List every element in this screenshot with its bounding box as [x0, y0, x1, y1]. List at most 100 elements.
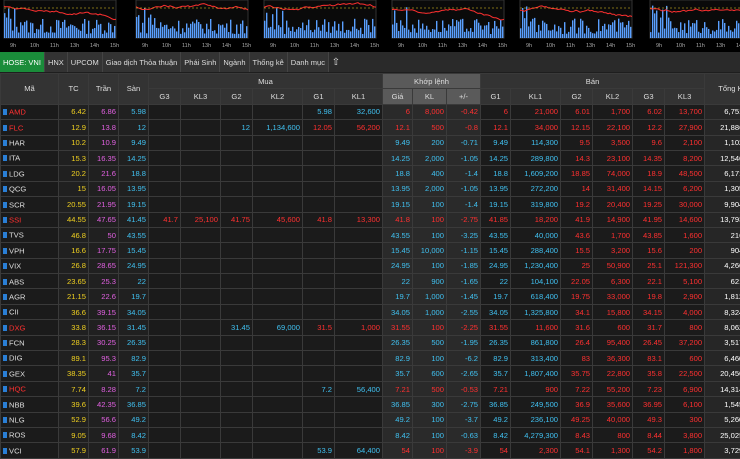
- sell-0-cell[interactable]: 15.45: [481, 243, 511, 258]
- match-2-cell[interactable]: -0.8: [447, 120, 481, 135]
- buy-2-cell[interactable]: [221, 258, 253, 273]
- buy-0-cell[interactable]: [149, 304, 181, 319]
- sell-4-cell[interactable]: 14.35: [633, 150, 665, 165]
- match-2-cell[interactable]: -0.71: [447, 135, 481, 150]
- sell-2-cell[interactable]: 19.75: [561, 289, 593, 304]
- buy-4-cell[interactable]: [303, 335, 335, 350]
- sell-1-cell[interactable]: 900: [511, 381, 561, 396]
- sell-5-cell[interactable]: 800: [665, 320, 705, 335]
- symbol-cell[interactable]: ITA: [1, 150, 59, 165]
- sell-2-cell[interactable]: 41.9: [561, 212, 593, 227]
- header-buy-col-3[interactable]: KL2: [253, 89, 303, 104]
- buy-1-cell[interactable]: [181, 427, 221, 442]
- sell-2-cell[interactable]: 31.6: [561, 320, 593, 335]
- match-0-cell[interactable]: 34.05: [383, 304, 413, 319]
- buy-0-cell[interactable]: [149, 412, 181, 427]
- symbol-cell[interactable]: FLC: [1, 120, 59, 135]
- sell-4-cell[interactable]: 19.8: [633, 289, 665, 304]
- buy-3-cell[interactable]: [253, 427, 303, 442]
- buy-0-cell[interactable]: [149, 397, 181, 412]
- buy-0-cell[interactable]: [149, 320, 181, 335]
- buy-0-cell[interactable]: [149, 120, 181, 135]
- symbol-cell[interactable]: AMD: [1, 104, 59, 119]
- sell-5-cell[interactable]: 200: [665, 243, 705, 258]
- match-1-cell[interactable]: 100: [413, 197, 447, 212]
- sell-2-cell[interactable]: 25: [561, 258, 593, 273]
- sell-1-cell[interactable]: 618,400: [511, 289, 561, 304]
- buy-4-cell[interactable]: [303, 166, 335, 181]
- buy-3-cell[interactable]: [253, 366, 303, 381]
- sell-1-cell[interactable]: 114,300: [511, 135, 561, 150]
- symbol-cell[interactable]: VIX: [1, 258, 59, 273]
- sell-2-cell[interactable]: 8.43: [561, 427, 593, 442]
- buy-1-cell[interactable]: [181, 304, 221, 319]
- buy-3-cell[interactable]: [253, 335, 303, 350]
- tab-watchlist[interactable]: Danh mục: [288, 52, 329, 72]
- buy-5-cell[interactable]: [335, 258, 383, 273]
- buy-0-cell[interactable]: [149, 427, 181, 442]
- sell-5-cell[interactable]: 300: [665, 412, 705, 427]
- sell-1-cell[interactable]: 1,609,200: [511, 166, 561, 181]
- match-0-cell[interactable]: 22: [383, 274, 413, 289]
- buy-1-cell[interactable]: [181, 135, 221, 150]
- header-buy-col-1[interactable]: KL3: [181, 89, 221, 104]
- buy-5-cell[interactable]: [335, 227, 383, 242]
- buy-4-cell[interactable]: [303, 351, 335, 366]
- sell-1-cell[interactable]: 288,400: [511, 243, 561, 258]
- sell-2-cell[interactable]: 15.5: [561, 243, 593, 258]
- index-chart-5[interactable]: 9h10h11h13h14h15h: [650, 0, 740, 49]
- sell-4-cell[interactable]: 54.2: [633, 443, 665, 458]
- header-buy-col-2[interactable]: G2: [221, 89, 253, 104]
- match-2-cell[interactable]: -1.4: [447, 197, 481, 212]
- sell-4-cell[interactable]: 14.15: [633, 181, 665, 196]
- buy-3-cell[interactable]: [253, 150, 303, 165]
- match-1-cell[interactable]: 100: [413, 258, 447, 273]
- buy-3-cell[interactable]: [253, 351, 303, 366]
- buy-4-cell[interactable]: [303, 366, 335, 381]
- buy-0-cell[interactable]: [149, 181, 181, 196]
- match-0-cell[interactable]: 19.7: [383, 289, 413, 304]
- sell-1-cell[interactable]: 18,200: [511, 212, 561, 227]
- sell-5-cell[interactable]: 600: [665, 351, 705, 366]
- sell-5-cell[interactable]: 48,500: [665, 166, 705, 181]
- buy-1-cell[interactable]: [181, 335, 221, 350]
- buy-5-cell[interactable]: [335, 412, 383, 427]
- buy-5-cell[interactable]: 13,300: [335, 212, 383, 227]
- board-row-vix[interactable]: VIX26.828.6524.9524.95100-1.8524.951,230…: [1, 258, 740, 273]
- sell-5-cell[interactable]: 30,000: [665, 197, 705, 212]
- buy-0-cell[interactable]: [149, 351, 181, 366]
- sell-2-cell[interactable]: 43.6: [561, 227, 593, 242]
- buy-1-cell[interactable]: [181, 274, 221, 289]
- buy-5-cell[interactable]: 64,400: [335, 443, 383, 458]
- buy-5-cell[interactable]: [335, 243, 383, 258]
- sell-3-cell[interactable]: 1,700: [593, 104, 633, 119]
- buy-1-cell[interactable]: [181, 366, 221, 381]
- buy-1-cell[interactable]: [181, 243, 221, 258]
- match-0-cell[interactable]: 13.95: [383, 181, 413, 196]
- buy-3-cell[interactable]: [253, 166, 303, 181]
- match-1-cell[interactable]: 300: [413, 397, 447, 412]
- sell-4-cell[interactable]: 26.45: [633, 335, 665, 350]
- board-row-ssi[interactable]: SSI44.5547.6541.4541.725,10041.7545,6004…: [1, 212, 740, 227]
- symbol-cell[interactable]: DXG: [1, 320, 59, 335]
- match-0-cell[interactable]: 43.55: [383, 227, 413, 242]
- sell-1-cell[interactable]: 272,200: [511, 181, 561, 196]
- sell-2-cell[interactable]: 18.85: [561, 166, 593, 181]
- symbol-cell[interactable]: ABS: [1, 274, 59, 289]
- buy-2-cell[interactable]: [221, 427, 253, 442]
- buy-1-cell[interactable]: [181, 104, 221, 119]
- buy-5-cell[interactable]: 56,200: [335, 120, 383, 135]
- sell-3-cell[interactable]: 55,200: [593, 381, 633, 396]
- sell-3-cell[interactable]: 23,100: [593, 150, 633, 165]
- sell-0-cell[interactable]: 43.55: [481, 227, 511, 242]
- sell-0-cell[interactable]: 7.21: [481, 381, 511, 396]
- sell-4-cell[interactable]: 36.95: [633, 397, 665, 412]
- match-2-cell[interactable]: -0.42: [447, 104, 481, 119]
- board-row-cii[interactable]: CII36.639.1534.0534.051,000-2.5534.051,3…: [1, 304, 740, 319]
- sell-3-cell[interactable]: 36,300: [593, 351, 633, 366]
- match-1-cell[interactable]: 200: [413, 135, 447, 150]
- symbol-cell[interactable]: NBB: [1, 397, 59, 412]
- buy-5-cell[interactable]: 32,600: [335, 104, 383, 119]
- match-1-cell[interactable]: 100: [413, 320, 447, 335]
- buy-3-cell[interactable]: [253, 397, 303, 412]
